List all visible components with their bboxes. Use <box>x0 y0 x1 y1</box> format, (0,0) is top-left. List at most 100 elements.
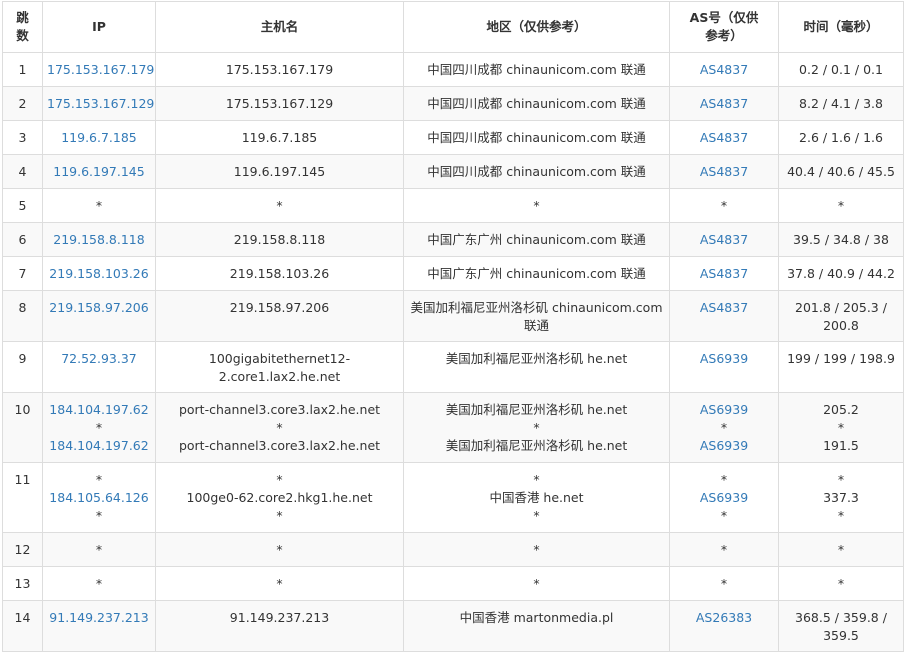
region-value: 中国四川成都 chinaunicom.com 联通 <box>427 62 646 77</box>
hostname-cell: port-channel3.core3.lax2.he.net * port-cha… <box>155 392 404 463</box>
hop-cell: 14 <box>2 600 43 652</box>
as-link[interactable]: AS26383 <box>674 609 774 627</box>
latency-cell: 0.2 / 0.1 / 0.1 <box>778 52 904 87</box>
hop-cell: 11 <box>2 462 43 533</box>
table-row: 2 175.153.167.129 175.153.167.129 中国四川成都 ch… <box>2 86 904 121</box>
as-link[interactable]: AS6939 <box>674 401 774 419</box>
latency-cell: 199 / 199 / 198.9 <box>778 341 904 393</box>
traceroute-table: 跳数 IP 主机名 地区（仅供参考） AS号（仅供参考） 时间（毫秒） 1 175… <box>2 1 904 652</box>
ip-link[interactable]: 91.149.237.213 <box>47 609 151 627</box>
ip-cell: * <box>42 566 156 601</box>
region-value: * <box>533 472 540 487</box>
hostname-cell: 219.158.103.26 <box>155 256 404 291</box>
as-cell: AS26383 <box>669 600 779 652</box>
hop-cell: 9 <box>2 341 43 393</box>
region-value: 中国香港 he.net <box>489 490 584 505</box>
region-cell: * 中国香港 he.net * <box>403 462 670 533</box>
ip-link[interactable]: 184.104.197.62 <box>47 437 151 455</box>
as-link[interactable]: AS4837 <box>674 265 774 283</box>
as-value: * <box>720 420 728 435</box>
ip-link[interactable]: 219.158.97.206 <box>47 299 151 317</box>
as-link[interactable]: AS6939 <box>674 489 774 507</box>
ip-link[interactable]: 72.52.93.37 <box>47 350 151 368</box>
latency-cell: 205.2 * 191.5 <box>778 392 904 463</box>
ip-cell: 184.104.197.62 * 184.104.197.62 <box>42 392 156 463</box>
as-link[interactable]: AS4837 <box>674 129 774 147</box>
hop-cell: 4 <box>2 154 43 189</box>
host-value: 219.158.8.118 <box>233 232 326 247</box>
hostname-cell: 100gigabitethernet12-2.core1.lax2.he.net <box>155 341 404 393</box>
region-value: 中国广东广州 chinaunicom.com 联通 <box>427 232 646 247</box>
region-value: 美国加利福尼亚州洛杉矶 chinaunicom.com 联通 <box>410 300 663 333</box>
ip-cell: 119.6.7.185 <box>42 120 156 155</box>
as-link[interactable]: AS4837 <box>674 95 774 113</box>
ip-cell: 72.52.93.37 <box>42 341 156 393</box>
ip-cell: 175.153.167.179 <box>42 52 156 87</box>
ip-value: * <box>95 576 103 591</box>
as-cell: AS4837 <box>669 256 779 291</box>
ip-cell: 219.158.103.26 <box>42 256 156 291</box>
ip-cell: 219.158.97.206 <box>42 290 156 342</box>
host-value: * <box>276 420 283 435</box>
latency-cell: 39.5 / 34.8 / 38 <box>778 222 904 257</box>
time-value: 368.5 / 359.8 / 359.5 <box>795 610 887 643</box>
as-cell: * <box>669 532 779 567</box>
header-region: 地区（仅供参考） <box>403 1 670 53</box>
as-link[interactable]: AS4837 <box>674 163 774 181</box>
host-value: 219.158.97.206 <box>229 300 330 315</box>
table-row: 11 * 184.105.64.126 * * 100ge0-62.core2.hkg1.… <box>2 462 904 533</box>
hop-cell: 10 <box>2 392 43 463</box>
time-value: * <box>837 542 845 557</box>
as-cell: AS4837 <box>669 154 779 189</box>
table-row: 10 184.104.197.62 * 184.104.197.62 port-chan… <box>2 392 904 463</box>
as-link[interactable]: AS4837 <box>674 231 774 249</box>
table-row: 9 72.52.93.37 100gigabitethernet12-2.core1… <box>2 341 904 393</box>
host-value: 100gigabitethernet12-2.core1.lax2.he.net <box>208 351 351 384</box>
host-value: 91.149.237.213 <box>229 610 330 625</box>
ip-link[interactable]: 119.6.197.145 <box>47 163 151 181</box>
hostname-cell: 219.158.8.118 <box>155 222 404 257</box>
time-value: 191.5 <box>823 438 859 453</box>
ip-link[interactable]: 219.158.8.118 <box>47 231 151 249</box>
time-value: * <box>837 576 845 591</box>
table-header: 跳数 IP 主机名 地区（仅供参考） AS号（仅供参考） 时间（毫秒） <box>2 1 904 53</box>
ip-cell: * <box>42 532 156 567</box>
host-value: * <box>276 508 283 523</box>
region-value: * <box>533 198 540 213</box>
as-link[interactable]: AS4837 <box>674 299 774 317</box>
ip-link[interactable]: 175.153.167.129 <box>47 95 154 113</box>
hop-cell: 2 <box>2 86 43 121</box>
ip-link[interactable]: 184.105.64.126 <box>47 489 151 507</box>
hostname-cell: 119.6.7.185 <box>155 120 404 155</box>
host-value: 175.153.167.129 <box>225 96 334 111</box>
hop-cell: 1 <box>2 52 43 87</box>
table-row: 5 * * * * * <box>2 188 904 223</box>
as-link[interactable]: AS4837 <box>674 61 774 79</box>
latency-cell: 201.8 / 205.3 / 200.8 <box>778 290 904 342</box>
region-cell: 美国加利福尼亚州洛杉矶 chinaunicom.com 联通 <box>403 290 670 342</box>
as-link[interactable]: AS6939 <box>674 350 774 368</box>
region-cell: * <box>403 566 670 601</box>
hostname-cell: * <box>155 532 404 567</box>
time-value: * <box>837 198 845 213</box>
time-value: 39.5 / 34.8 / 38 <box>793 232 889 247</box>
as-link[interactable]: AS6939 <box>674 437 774 455</box>
header-time: 时间（毫秒） <box>778 1 904 53</box>
ip-link[interactable]: 175.153.167.179 <box>47 61 154 79</box>
header-hop: 跳数 <box>2 1 43 53</box>
as-cell: * AS6939 * <box>669 462 779 533</box>
region-value: 中国四川成都 chinaunicom.com 联通 <box>427 96 646 111</box>
region-value: 中国四川成都 chinaunicom.com 联通 <box>427 130 646 145</box>
hostname-cell: * <box>155 566 404 601</box>
as-cell: AS4837 <box>669 52 779 87</box>
table-body: 1 175.153.167.179 175.153.167.179 中国四川成都 ch… <box>2 52 904 652</box>
ip-link[interactable]: 184.104.197.62 <box>47 401 151 419</box>
hop-cell: 8 <box>2 290 43 342</box>
region-cell: 中国四川成都 chinaunicom.com 联通 <box>403 52 670 87</box>
ip-link[interactable]: 219.158.103.26 <box>47 265 151 283</box>
latency-cell: 368.5 / 359.8 / 359.5 <box>778 600 904 652</box>
ip-link[interactable]: 119.6.7.185 <box>47 129 151 147</box>
host-value: 119.6.7.185 <box>241 130 318 145</box>
as-cell: * <box>669 566 779 601</box>
region-value: * <box>533 420 540 435</box>
